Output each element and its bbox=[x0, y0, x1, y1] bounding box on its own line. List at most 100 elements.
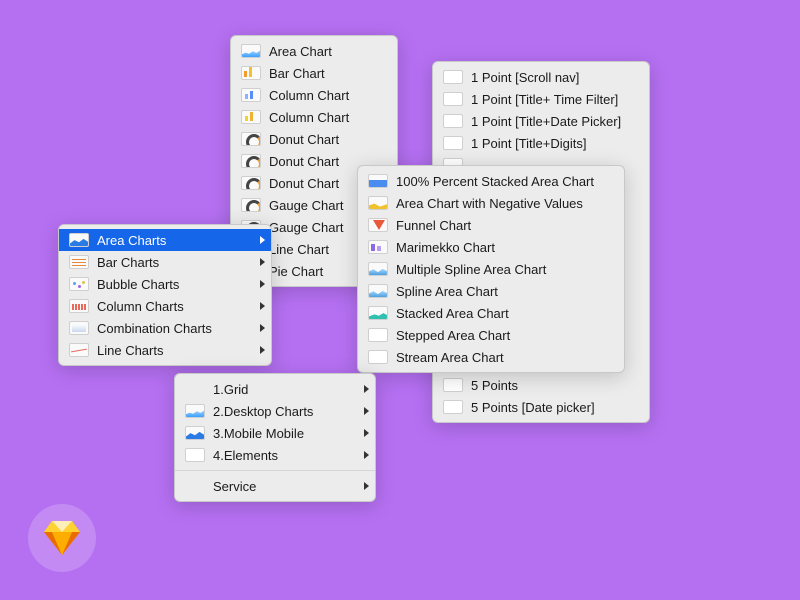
menu-item-label: 2.Desktop Charts bbox=[213, 404, 357, 419]
submenu-arrow-icon bbox=[364, 429, 369, 437]
submenu-arrow-icon bbox=[260, 258, 265, 266]
menu-item-label: Bar Chart bbox=[269, 66, 379, 81]
chart-types-item[interactable]: Bar Chart bbox=[231, 62, 397, 84]
submenu-arrow-icon bbox=[364, 385, 369, 393]
chart-types-item[interactable]: Column Chart bbox=[231, 106, 397, 128]
menu-item-label: Column Chart bbox=[269, 110, 379, 125]
menu-item-label: Multiple Spline Area Chart bbox=[396, 262, 606, 277]
points-item[interactable]: 1 Point [Scroll nav] bbox=[433, 66, 649, 88]
chart-thumbnail-icon bbox=[69, 277, 89, 291]
numbered-item[interactable]: 3.Mobile Mobile bbox=[175, 422, 375, 444]
submenu-arrow-icon bbox=[364, 482, 369, 490]
chart-thumbnail-icon bbox=[368, 306, 388, 320]
menu-item-label: Stepped Area Chart bbox=[396, 328, 606, 343]
blank-icon bbox=[185, 479, 205, 493]
chart-thumbnail-icon bbox=[368, 196, 388, 210]
points-item[interactable]: 1 Point [Title+ Time Filter] bbox=[433, 88, 649, 110]
blank-icon bbox=[185, 448, 205, 462]
points-item[interactable]: 1 Point [Title+Digits] bbox=[433, 132, 649, 154]
area-subtypes-item[interactable]: Stacked Area Chart bbox=[358, 302, 624, 324]
area-subtypes-item[interactable]: Stream Area Chart bbox=[358, 346, 624, 368]
area-subtypes-item[interactable]: Multiple Spline Area Chart bbox=[358, 258, 624, 280]
sketch-logo-badge bbox=[28, 504, 96, 572]
menu-chart-categories[interactable]: Area Charts Bar Charts Bubble Charts Column… bbox=[58, 224, 272, 366]
blank-icon bbox=[443, 92, 463, 106]
categories-item[interactable]: Column Charts bbox=[59, 295, 271, 317]
chart-types-item[interactable]: Column Chart bbox=[231, 84, 397, 106]
chart-thumbnail-icon bbox=[241, 132, 261, 146]
area-subtypes-item[interactable]: Area Chart with Negative Values bbox=[358, 192, 624, 214]
chart-thumbnail-icon bbox=[69, 299, 89, 313]
categories-item[interactable]: Bar Charts bbox=[59, 251, 271, 273]
menu-item-label: 3.Mobile Mobile bbox=[213, 426, 357, 441]
points-item[interactable]: 5 Points [Date picker] bbox=[433, 396, 649, 418]
chart-thumbnail-icon bbox=[241, 110, 261, 124]
menu-item-label: Service bbox=[213, 479, 357, 494]
points-item[interactable]: 5 Points bbox=[433, 374, 649, 396]
menu-item-label: Line Charts bbox=[97, 343, 253, 358]
categories-item[interactable]: Combination Charts bbox=[59, 317, 271, 339]
numbered-item[interactable]: 1.Grid bbox=[175, 378, 375, 400]
chart-thumbnail-icon bbox=[69, 255, 89, 269]
menu-item-label: Bar Charts bbox=[97, 255, 253, 270]
submenu-arrow-icon bbox=[260, 324, 265, 332]
menu-numbered[interactable]: 1.Grid 2.Desktop Charts 3.Mobile Mobile 4.E… bbox=[174, 373, 376, 502]
area-subtypes-item[interactable]: 100% Percent Stacked Area Chart bbox=[358, 170, 624, 192]
numbered-item[interactable]: Service bbox=[175, 475, 375, 497]
submenu-arrow-icon bbox=[260, 280, 265, 288]
menu-item-label: Area Chart with Negative Values bbox=[396, 196, 606, 211]
menu-item-label: 1 Point [Scroll nav] bbox=[471, 70, 631, 85]
area-subtypes-item[interactable]: Funnel Chart bbox=[358, 214, 624, 236]
menu-item-label: Spline Area Chart bbox=[396, 284, 606, 299]
menu-item-label: Area Charts bbox=[97, 233, 253, 248]
menu-item-label: Funnel Chart bbox=[396, 218, 606, 233]
chart-types-item[interactable]: Area Chart bbox=[231, 40, 397, 62]
numbered-item[interactable]: 4.Elements bbox=[175, 444, 375, 466]
menu-item-label: 5 Points bbox=[471, 378, 631, 393]
submenu-arrow-icon bbox=[364, 451, 369, 459]
chart-thumbnail-icon bbox=[368, 284, 388, 298]
chart-types-item[interactable]: Donut Chart bbox=[231, 128, 397, 150]
categories-item[interactable]: Area Charts bbox=[59, 229, 271, 251]
chart-thumbnail-icon bbox=[368, 174, 388, 188]
chart-thumbnail-icon bbox=[368, 240, 388, 254]
menu-item-label: 1 Point [Title+Digits] bbox=[471, 136, 631, 151]
blank-icon bbox=[443, 378, 463, 392]
menu-area-subtypes[interactable]: 100% Percent Stacked Area Chart Area Char… bbox=[357, 165, 625, 373]
menu-item-label: Stream Area Chart bbox=[396, 350, 606, 365]
chart-thumbnail-icon bbox=[241, 198, 261, 212]
area-subtypes-item[interactable]: Stepped Area Chart bbox=[358, 324, 624, 346]
points-item[interactable]: 1 Point [Title+Date Picker] bbox=[433, 110, 649, 132]
chart-thumbnail-icon bbox=[185, 426, 205, 440]
menu-item-label: Stacked Area Chart bbox=[396, 306, 606, 321]
menu-item-label: 1.Grid bbox=[213, 382, 357, 397]
menu-item-label: 5 Points [Date picker] bbox=[471, 400, 631, 415]
chart-thumbnail-icon bbox=[241, 88, 261, 102]
menu-item-label: Area Chart bbox=[269, 44, 379, 59]
menu-item-label: 1 Point [Title+Date Picker] bbox=[471, 114, 631, 129]
area-subtypes-item[interactable]: Marimekko Chart bbox=[358, 236, 624, 258]
chart-thumbnail-icon bbox=[241, 154, 261, 168]
submenu-arrow-icon bbox=[364, 407, 369, 415]
chart-thumbnail-icon bbox=[368, 218, 388, 232]
blank-icon bbox=[443, 136, 463, 150]
chart-thumbnail-icon bbox=[241, 66, 261, 80]
categories-item[interactable]: Line Charts bbox=[59, 339, 271, 361]
menu-item-label: Column Chart bbox=[269, 88, 379, 103]
blank-icon bbox=[443, 400, 463, 414]
menu-item-label: Bubble Charts bbox=[97, 277, 253, 292]
chart-thumbnail-icon bbox=[69, 233, 89, 247]
chart-thumbnail-icon bbox=[241, 44, 261, 58]
chart-thumbnail-icon bbox=[368, 262, 388, 276]
categories-item[interactable]: Bubble Charts bbox=[59, 273, 271, 295]
numbered-item[interactable]: 2.Desktop Charts bbox=[175, 400, 375, 422]
chart-thumbnail-icon bbox=[69, 321, 89, 335]
submenu-arrow-icon bbox=[260, 302, 265, 310]
sketch-icon bbox=[44, 521, 80, 555]
area-subtypes-item[interactable]: Spline Area Chart bbox=[358, 280, 624, 302]
submenu-arrow-icon bbox=[260, 346, 265, 354]
menu-item-label: Combination Charts bbox=[97, 321, 253, 336]
menu-item-label: 1 Point [Title+ Time Filter] bbox=[471, 92, 631, 107]
menu-item-label: 100% Percent Stacked Area Chart bbox=[396, 174, 606, 189]
chart-thumbnail-icon bbox=[241, 176, 261, 190]
